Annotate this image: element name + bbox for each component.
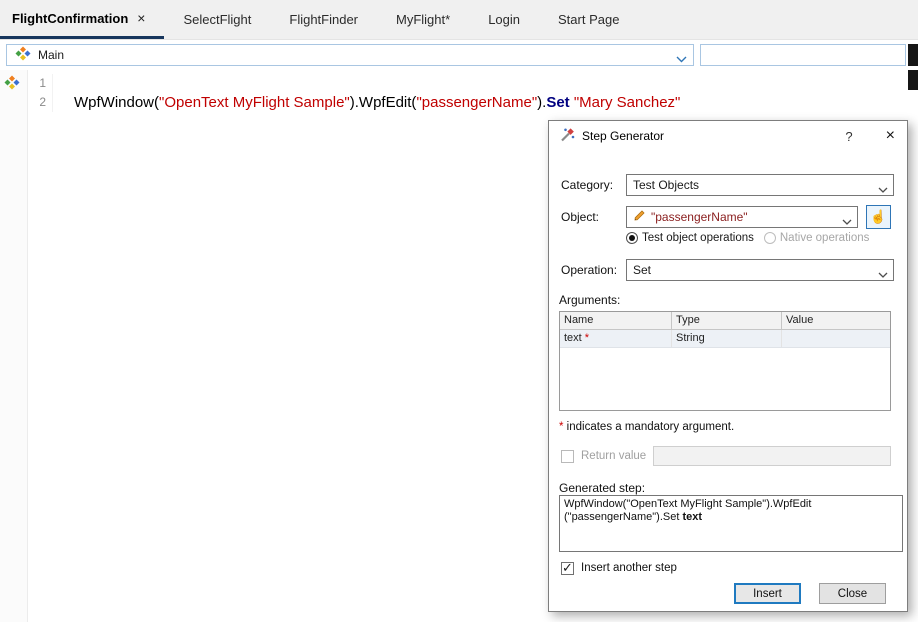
radio-native-operations	[764, 232, 776, 244]
insert-another-step-checkbox[interactable]	[561, 562, 574, 575]
code-line-1	[53, 74, 896, 93]
line-number: 1	[30, 74, 46, 93]
generated-step-text: ("passengerName").Set	[564, 511, 682, 523]
table-header: Name Type Value	[560, 312, 890, 330]
return-value-label: Return value	[581, 450, 646, 462]
editor-margin	[0, 70, 28, 622]
dialog-title-bar[interactable]: Step Generator ? ×	[549, 121, 907, 151]
column-header-type[interactable]: Type	[672, 312, 782, 329]
dialog-title: Step Generator	[582, 129, 664, 143]
generated-step-label: Generated step:	[559, 481, 645, 495]
mandatory-asterisk: *	[585, 332, 589, 344]
tab-flightconfirmation[interactable]: FlightConfirmation ×	[0, 0, 164, 39]
generated-step-textarea[interactable]: WpfWindow("OpenText MyFlight Sample").Wp…	[559, 495, 903, 552]
tab-myflight[interactable]: MyFlight*	[377, 0, 469, 39]
return-value-checkbox	[561, 450, 574, 463]
code-line-2: WpfWindow("OpenText MyFlight Sample").Wp…	[53, 93, 896, 112]
insert-button[interactable]: Insert	[734, 583, 801, 604]
pointing-hand-icon: ☝	[870, 209, 886, 225]
mandatory-note-text: indicates a mandatory argument.	[563, 421, 734, 433]
string-literal: "passengerName"	[416, 94, 537, 111]
code-text: ).WpfEdit(	[350, 94, 417, 111]
code-area[interactable]: WpfWindow("OpenText MyFlight Sample").Wp…	[52, 74, 896, 112]
chevron-down-icon	[676, 52, 687, 66]
pencil-icon	[633, 209, 646, 225]
chevron-down-icon	[842, 214, 852, 228]
radio-test-object-operations[interactable]	[626, 232, 638, 244]
string-literal: "OpenText MyFlight Sample"	[159, 94, 350, 111]
action-icon	[15, 46, 31, 65]
column-header-value[interactable]: Value	[782, 312, 889, 329]
argument-type-cell: String	[672, 330, 782, 347]
step-generator-icon	[559, 127, 575, 146]
line-number: 2	[30, 93, 46, 112]
return-value-input	[653, 446, 891, 466]
object-dropdown[interactable]: "passengerName"	[626, 206, 858, 228]
line-numbers: 1 2	[30, 74, 46, 112]
string-literal: "Mary Sanchez"	[574, 94, 681, 111]
argument-name: text	[564, 332, 582, 344]
tab-label: SelectFlight	[183, 12, 251, 27]
tab-start-page[interactable]: Start Page	[539, 0, 638, 39]
insert-another-step-label: Insert another step	[581, 562, 677, 574]
action-icon	[4, 75, 20, 96]
arguments-table: Name Type Value text * String	[559, 311, 891, 411]
tab-label: MyFlight*	[396, 12, 450, 27]
tab-selectflight[interactable]: SelectFlight	[164, 0, 270, 39]
tab-label: FlightConfirmation	[12, 11, 128, 26]
tab-flightfinder[interactable]: FlightFinder	[270, 0, 377, 39]
radio-native-label: Native operations	[780, 232, 870, 244]
tab-label: Start Page	[558, 12, 619, 27]
keyword: Set	[546, 94, 569, 111]
close-tab-icon[interactable]: ×	[137, 10, 145, 26]
category-dropdown[interactable]: Test Objects	[626, 174, 894, 196]
toolbar-input[interactable]	[700, 44, 906, 66]
scrollbar-thumb[interactable]	[908, 70, 918, 90]
object-label: Object:	[561, 210, 599, 224]
category-value: Test Objects	[633, 178, 699, 192]
object-value: "passengerName"	[651, 210, 748, 224]
generated-step-arg: text	[682, 511, 702, 523]
operations-radio-group: Test object operations Native operations	[626, 232, 869, 244]
app-window: FlightConfirmation × SelectFlight Flight…	[0, 0, 918, 622]
scrollbar-thumb[interactable]	[908, 44, 918, 66]
operation-value: Set	[633, 263, 651, 277]
action-selector-dropdown[interactable]: Main	[6, 44, 694, 66]
step-generator-dialog: Step Generator ? × Category: Test Object…	[548, 120, 908, 612]
tab-label: Login	[488, 12, 520, 27]
generated-step-line1: WpfWindow("OpenText MyFlight Sample").Wp…	[564, 498, 898, 511]
table-row[interactable]: text * String	[560, 330, 890, 348]
tab-login[interactable]: Login	[469, 0, 539, 39]
document-tab-bar: FlightConfirmation × SelectFlight Flight…	[0, 0, 918, 40]
action-selector-value: Main	[38, 48, 64, 62]
category-label: Category:	[561, 178, 613, 192]
operation-label: Operation:	[561, 263, 617, 277]
radio-test-object-label: Test object operations	[642, 232, 754, 244]
argument-value-cell[interactable]	[782, 330, 889, 347]
close-icon[interactable]: ×	[886, 127, 895, 145]
tab-label: FlightFinder	[289, 12, 358, 27]
argument-name-cell: text *	[560, 330, 672, 347]
code-text: ).	[537, 94, 546, 111]
arguments-label: Arguments:	[559, 293, 620, 307]
operation-dropdown[interactable]: Set	[626, 259, 894, 281]
generated-step-line2: ("passengerName").Set text	[564, 511, 898, 524]
help-button[interactable]: ?	[845, 129, 852, 144]
column-header-name[interactable]: Name	[560, 312, 672, 329]
chevron-down-icon	[878, 182, 888, 196]
code-text: WpfWindow(	[74, 94, 159, 111]
chevron-down-icon	[878, 267, 888, 281]
mandatory-note: * indicates a mandatory argument.	[559, 421, 734, 433]
object-spy-button[interactable]: ☝	[866, 205, 891, 229]
close-button[interactable]: Close	[819, 583, 886, 604]
